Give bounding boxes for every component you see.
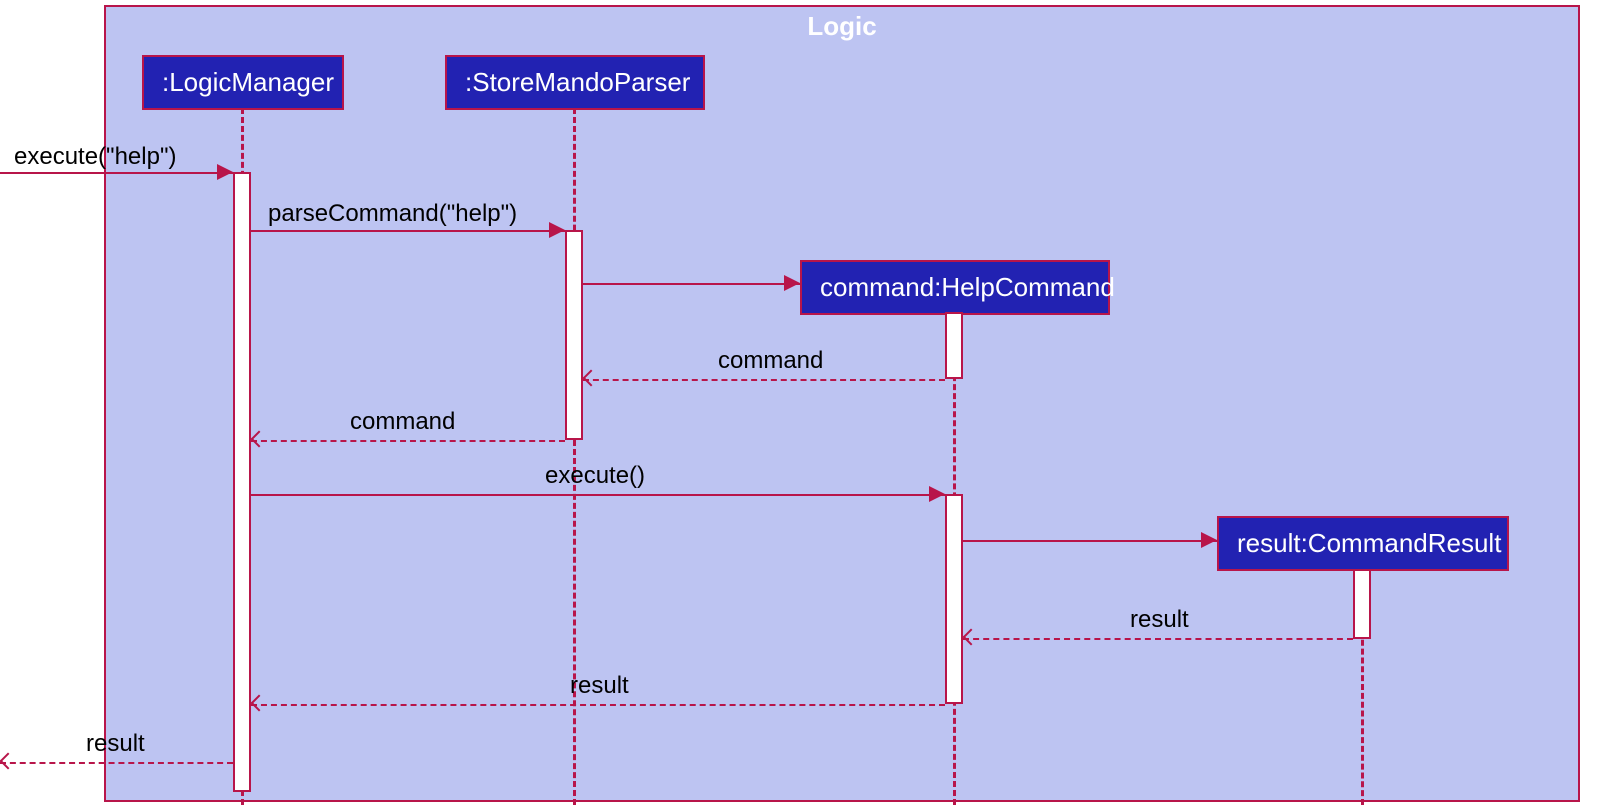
line-result-out <box>0 762 233 764</box>
arrow-execute-help <box>217 164 233 180</box>
activation-help-command-exec <box>945 494 963 704</box>
line-result-return-2 <box>251 704 945 706</box>
activation-help-command-create <box>945 312 963 379</box>
msg-parse-command: parseCommand("help") <box>268 200 517 228</box>
arrow-parse-command <box>549 222 565 238</box>
msg-execute-help: execute("help") <box>14 143 176 171</box>
msg-execute: execute() <box>545 462 645 490</box>
arrow-create-command-result <box>1201 532 1217 548</box>
msg-result-return-1: result <box>1130 606 1189 634</box>
line-create-command-result <box>963 540 1217 542</box>
participant-store-mando-parser: :StoreMandoParser <box>445 55 705 110</box>
sequence-diagram: Logic :LogicManager :StoreMandoParser co… <box>0 0 1598 805</box>
line-command-return-1 <box>583 379 945 381</box>
activation-store-mando-parser <box>565 230 583 440</box>
participant-help-command: command:HelpCommand <box>800 260 1110 315</box>
arrow-create-help-command <box>784 275 800 291</box>
line-command-return-2 <box>251 440 565 442</box>
line-execute <box>251 494 945 496</box>
line-parse-command <box>251 230 565 232</box>
line-result-return-1 <box>963 638 1353 640</box>
activation-command-result <box>1353 569 1371 639</box>
arrow-result-out <box>0 753 16 770</box>
participant-command-result: result:CommandResult <box>1217 516 1509 571</box>
participant-logic-manager: :LogicManager <box>142 55 344 110</box>
line-execute-help <box>0 172 233 174</box>
msg-command-return-2: command <box>350 408 455 436</box>
msg-command-return-1: command <box>718 347 823 375</box>
frame-title: Logic <box>106 11 1578 42</box>
msg-result-out: result <box>86 730 145 758</box>
msg-result-return-2: result <box>570 672 629 700</box>
arrow-execute <box>929 486 945 502</box>
logic-frame: Logic <box>104 5 1580 802</box>
line-create-help-command <box>583 283 800 285</box>
lifeline-store-mando-parser <box>573 108 576 805</box>
activation-logic-manager <box>233 172 251 792</box>
